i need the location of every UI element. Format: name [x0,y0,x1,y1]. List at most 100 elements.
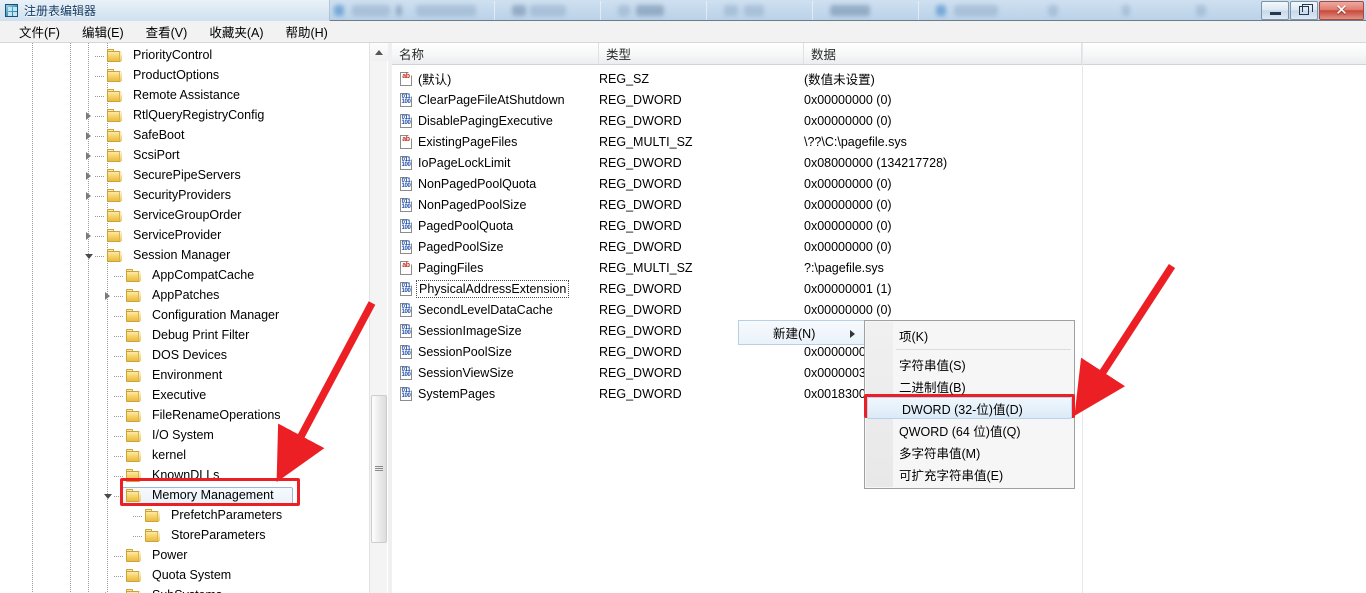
tree-item-executive[interactable]: Executive [0,386,388,406]
context-menu-new-parent[interactable]: 新建(N) [738,320,866,345]
expand-triangle-icon[interactable] [85,151,94,160]
tree-item-securepipeservers[interactable]: SecurePipeServers [0,166,388,186]
tree-item-serviceprovider[interactable]: ServiceProvider [0,226,388,246]
window-title-bar[interactable]: 注册表编辑器 [0,0,330,21]
tree-item-label: Environment [152,368,223,382]
tree-item-environment[interactable]: Environment [0,366,388,386]
tree-item-memory-management[interactable]: Memory Management [0,486,388,506]
dword-value-icon: 011 100 [400,344,412,359]
value-type: REG_DWORD [599,386,682,401]
value-row[interactable]: 011 100 DisablePagingExecutive REG_DWORD 0x0… [392,110,1366,131]
menu-item-dword-32[interactable]: DWORD (32-位)值(D) [867,397,1072,419]
registry-tree-pane[interactable]: PriorityControl ProductOptions Remote Assi… [0,43,388,593]
expand-triangle-icon[interactable] [85,191,94,200]
value-row[interactable]: ab (默认) REG_SZ (数值未设置) [392,68,1366,89]
tree-item-securityproviders[interactable]: SecurityProviders [0,186,388,206]
value-row[interactable]: ab PagingFiles REG_MULTI_SZ ?:\pagefile.sys [392,257,1366,278]
value-row[interactable]: 011 100 IoPageLockLimit REG_DWORD 0x08000000… [392,152,1366,173]
tree-item-appcompatcache[interactable]: AppCompatCache [0,266,388,286]
tree-connector [95,216,105,217]
new-value-submenu[interactable]: 项(K) 字符串值(S) 二进制值(B) DWORD (32-位)值(D) QWORD … [864,320,1075,489]
tree-item-productoptions[interactable]: ProductOptions [0,66,388,86]
tree-item-storeparameters[interactable]: StoreParameters [0,526,388,546]
tree-item-subsystems[interactable]: SubSystems [0,586,388,593]
tree-item-rtlqueryregistryconfig[interactable]: RtlQueryRegistryConfig [0,106,388,126]
tree-vertical-scrollbar[interactable] [369,43,388,593]
menu-item-new-value[interactable]: 可扩充字符串值(E) [865,463,1074,485]
value-row[interactable]: 011 100 SecondLevelDataCache REG_DWORD 0x000… [392,299,1366,320]
minimize-button[interactable] [1261,1,1289,20]
value-name: DisablePagingExecutive [418,113,553,128]
expand-triangle-icon[interactable] [85,111,94,120]
value-name: (默认) [418,73,452,87]
column-header-data[interactable]: 数据 [804,43,1082,64]
value-row[interactable]: ab ExistingPageFiles REG_MULTI_SZ \??\C:\pa… [392,131,1366,152]
value-row[interactable]: 011 100 PagedPoolSize REG_DWORD 0x00000000 (… [392,236,1366,257]
column-header-type[interactable]: 类型 [599,43,804,64]
scroll-up-arrow-icon[interactable] [370,43,388,61]
value-row[interactable]: 011 100 NonPagedPoolSize REG_DWORD 0x0000000… [392,194,1366,215]
menu-item-new-value[interactable]: 项(K) [865,324,1074,346]
expand-triangle-icon[interactable] [85,131,94,140]
tree-item-power[interactable]: Power [0,546,388,566]
expand-triangle-icon[interactable] [85,171,94,180]
tree-item-remote-assistance[interactable]: Remote Assistance [0,86,388,106]
value-row[interactable]: 011 100 NonPagedPoolQuota REG_DWORD 0x000000… [392,173,1366,194]
tree-connector [95,96,105,97]
tree-item-configuration-manager[interactable]: Configuration Manager [0,306,388,326]
scrollbar-thumb[interactable] [371,395,387,543]
dword-value-icon: 011 100 [400,281,412,296]
value-data: 0x00000001 (1) [804,281,892,296]
menu-edit[interactable]: 编辑(E) [71,20,135,43]
tree-item-label: KnownDLLs [152,468,220,482]
tree-item-servicegrouporder[interactable]: ServiceGroupOrder [0,206,388,226]
value-type: REG_DWORD [599,176,682,191]
expand-triangle-icon[interactable] [85,231,94,240]
tree-item-label: ServiceGroupOrder [133,208,242,222]
registry-values-pane[interactable]: 名称 类型 数据 ab (默认) REG_SZ (数值未设置) 011 100 ClearP… [392,43,1366,593]
column-header-name[interactable]: 名称 [392,43,599,64]
menu-item-new-value[interactable]: 多字符串值(M) [865,441,1074,463]
tree-item-scsiport[interactable]: ScsiPort [0,146,388,166]
folder-icon [145,509,161,523]
tree-item-apppatches[interactable]: AppPatches [0,286,388,306]
close-button[interactable]: ✕ [1319,1,1364,20]
value-row[interactable]: 011 100 PagedPoolQuota REG_DWORD 0x00000000 … [392,215,1366,236]
tree-item-dos-devices[interactable]: DOS Devices [0,346,388,366]
tree-item-label: ScsiPort [133,148,180,162]
tree-item-prefetchparameters[interactable]: PrefetchParameters [0,506,388,526]
tree-item-label: kernel [152,448,187,462]
tree-item-session-manager[interactable]: Session Manager [0,246,388,266]
menu-item-new-value[interactable]: 二进制值(B) [865,375,1074,397]
maximize-restore-button[interactable] [1290,1,1318,20]
value-name: ClearPageFileAtShutdown [418,92,565,107]
expand-triangle-icon[interactable] [104,291,113,300]
menu-file[interactable]: 文件(F) [8,20,71,43]
tree-connector [114,316,124,317]
tree-item-debug-print-filter[interactable]: Debug Print Filter [0,326,388,346]
menu-item-new-value[interactable]: QWORD (64 位)值(Q) [865,419,1074,441]
submenu-arrow-icon [850,330,855,338]
tree-item-kernel[interactable]: kernel [0,446,388,466]
collapse-triangle-icon[interactable] [85,251,94,260]
value-data: 0x00000000 (0) [804,113,892,128]
tree-item-safeboot[interactable]: SafeBoot [0,126,388,146]
menu-favorites[interactable]: 收藏夹(A) [198,20,274,43]
tree-item-prioritycontrol[interactable]: PriorityControl [0,46,388,66]
menu-help[interactable]: 帮助(H) [274,20,338,43]
collapse-triangle-icon[interactable] [104,491,113,500]
tree-item-knowndlls[interactable]: KnownDLLs [0,466,388,486]
value-row[interactable]: 011 100 ClearPageFileAtShutdown REG_DWORD 0x… [392,89,1366,110]
folder-icon [126,389,142,403]
menu-item-new-value[interactable]: 字符串值(S) [865,353,1074,375]
value-data: 0x0000000 [804,344,866,359]
tree-item-filerenameoperations[interactable]: FileRenameOperations [0,406,388,426]
folder-icon [107,249,123,263]
tree-item-label: Memory Management [152,488,274,502]
tree-item-quota-system[interactable]: Quota System [0,566,388,586]
value-row[interactable]: 011 100 PhysicalAddressExtension REG_DWORD 0… [392,278,1366,299]
tree-item-i-o-system[interactable]: I/O System [0,426,388,446]
value-data: 0x0000003 [804,365,866,380]
tree-item-label: FileRenameOperations [152,408,281,422]
menu-view[interactable]: 查看(V) [135,20,199,43]
